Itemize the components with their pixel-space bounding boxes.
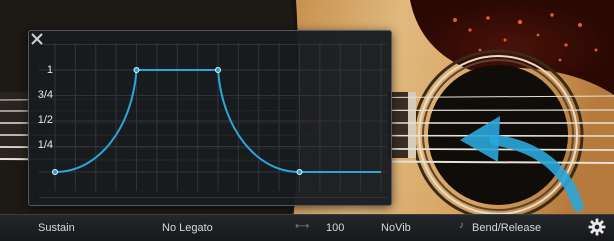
envelope-point[interactable] bbox=[296, 168, 303, 175]
note-icon: ♪ bbox=[459, 220, 464, 231]
articulation-bar: Sustain No Legato ⟷ 100 NoVib ♪ Bend/Rel… bbox=[0, 214, 614, 241]
gear-icon[interactable] bbox=[588, 218, 606, 236]
y-tick-label: 1/2 bbox=[37, 114, 53, 126]
chart-grid bbox=[39, 43, 387, 198]
envelope-chart bbox=[39, 43, 387, 198]
envelope-point[interactable] bbox=[214, 67, 221, 74]
legato-selector[interactable]: No Legato bbox=[162, 222, 213, 235]
y-tick-label: 3/4 bbox=[37, 89, 53, 101]
close-icon[interactable] bbox=[29, 31, 45, 47]
sustain-selector[interactable]: Sustain bbox=[38, 222, 75, 235]
bend-release-selector[interactable]: Bend/Release bbox=[472, 222, 541, 235]
envelope-editor-panel: 1 3/4 1/2 1/4 bbox=[28, 30, 392, 206]
link-icon: ⟷ bbox=[295, 221, 310, 232]
y-tick-label: 1/4 bbox=[37, 139, 53, 151]
value-field[interactable]: 100 bbox=[326, 222, 344, 235]
vibrato-selector[interactable]: NoVib bbox=[381, 222, 411, 235]
envelope-point[interactable] bbox=[133, 67, 140, 74]
y-tick-label: 1 bbox=[46, 64, 53, 76]
envelope-point[interactable] bbox=[51, 168, 58, 175]
